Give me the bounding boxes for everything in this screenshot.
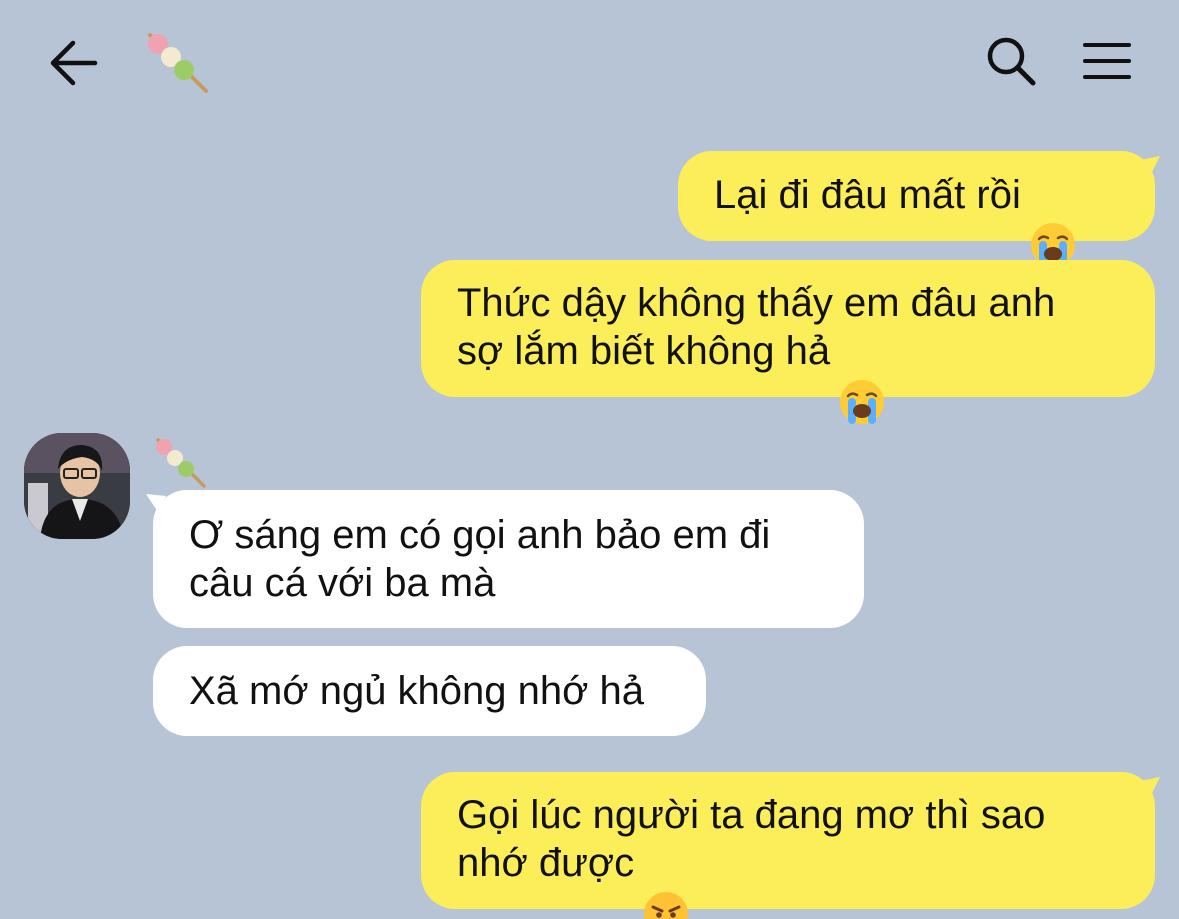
bubble-tail	[1140, 777, 1160, 797]
dango-emoji	[156, 438, 206, 488]
message-text: Xã mớ ngủ không nhớ hả	[189, 669, 644, 713]
chat-header	[0, 0, 1179, 125]
bubble-tail	[1140, 156, 1160, 176]
avatar[interactable]	[24, 433, 130, 539]
hamburger-menu-icon	[1083, 43, 1131, 79]
search-icon	[987, 37, 1036, 86]
incoming-message[interactable]: Xã mớ ngủ không nhớ hả	[153, 646, 706, 736]
avatar-photo	[24, 433, 130, 539]
outgoing-message[interactable]: Thức dậy không thấy em đâu anh sợ lắm bi…	[421, 260, 1155, 424]
outgoing-message[interactable]: Gọi lúc người ta đang mơ thì sao nhớ đượ…	[421, 772, 1155, 919]
back-button[interactable]	[40, 30, 106, 96]
chat-title-dango-emoji	[140, 30, 215, 95]
loudly-crying-face-icon	[1029, 173, 1077, 268]
arrow-left-icon	[50, 40, 98, 86]
sender-name-dango-emoji	[150, 436, 212, 490]
loudly-crying-face-icon	[838, 330, 886, 424]
menu-button[interactable]	[1074, 28, 1140, 94]
dango-emoji	[148, 33, 208, 93]
search-button[interactable]	[978, 28, 1044, 94]
outgoing-message[interactable]: Lại đi đâu mất rồi	[678, 151, 1155, 268]
message-text: Lại đi đâu mất rồi	[714, 172, 1021, 217]
chat-screen: Lại đi đâu mất rồi Thức dậy không thấy e…	[0, 0, 1179, 919]
angry-face-icon	[642, 842, 690, 919]
bubble-tail	[146, 494, 166, 512]
message-text: Gọi lúc người ta đang mơ thì sao nhớ đượ…	[457, 793, 1046, 886]
message-text: Ơ sáng em có gọi anh bảo em đi câu cá vớ…	[189, 513, 771, 605]
message-text: Thức dậy không thấy em đâu anh sợ lắm bi…	[457, 281, 1056, 374]
incoming-message[interactable]: Ơ sáng em có gọi anh bảo em đi câu cá vớ…	[153, 490, 864, 628]
